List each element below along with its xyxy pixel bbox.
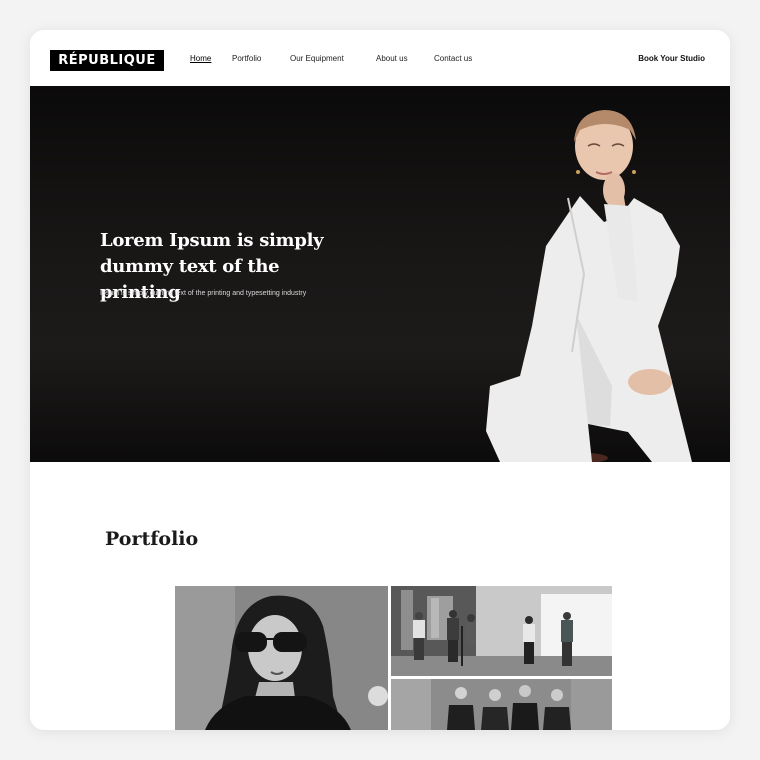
brand-logo[interactable]: RÉPUBLIQUE [50,50,164,71]
nav-link-home[interactable]: Home [190,54,211,64]
hero-model-image [486,110,692,462]
book-studio-button[interactable]: Book Your Studio [638,54,705,64]
nav-link-our-equipment[interactable]: Our Equipment [290,54,344,64]
page-card: RÉPUBLIQUE Home Portfolio Our Equipment … [30,30,730,730]
portfolio-image-studio-shoot[interactable] [391,586,612,676]
portfolio-image-woman-sunglasses[interactable] [175,586,388,730]
nav-link-portfolio[interactable]: Portfolio [232,54,261,64]
hero-subtitle: Ipsum is simply dummy text of the printi… [100,290,307,297]
top-navbar: RÉPUBLIQUE Home Portfolio Our Equipment … [30,30,730,86]
nav-link-about-us[interactable]: About us [376,54,408,64]
portfolio-heading: Portfolio [105,528,199,550]
nav-link-contact-us[interactable]: Contact us [434,54,472,64]
portfolio-image-group-suits[interactable] [391,679,612,730]
hero-banner: Lorem Ipsum is simply dummy text of the … [30,86,730,462]
